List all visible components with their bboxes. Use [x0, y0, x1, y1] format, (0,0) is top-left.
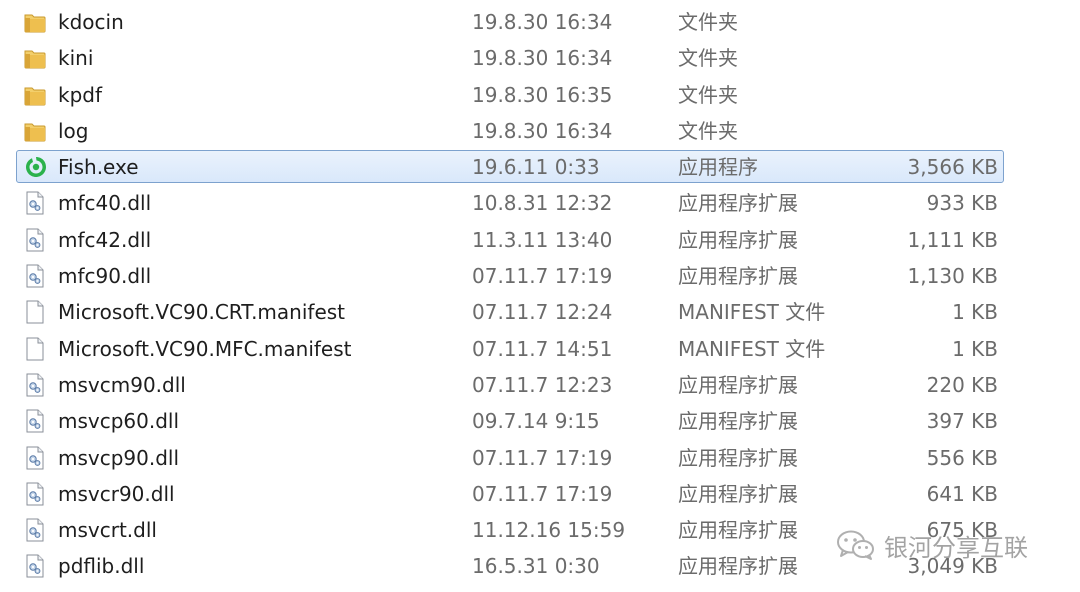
- dll-icon: [24, 373, 46, 397]
- file-row[interactable]: kdocin 19.8.30 16:34 文件夹: [0, 4, 1080, 40]
- watermark-text: 银河分享互联: [884, 533, 1028, 562]
- blank-file-icon: [24, 337, 46, 361]
- blank-file-icon: [24, 300, 46, 324]
- file-row[interactable]: mfc90.dll 07.11.7 17:19 应用程序扩展 1,130 KB: [0, 258, 1080, 294]
- file-name: msvcrt.dll: [58, 518, 157, 543]
- file-date: 07.11.7 12:23: [472, 372, 613, 397]
- file-type: MANIFEST 文件: [678, 300, 826, 325]
- file-type: 应用程序扩展: [678, 409, 798, 434]
- file-date: 16.5.31 0:30: [472, 554, 600, 579]
- file-row[interactable]: Microsoft.VC90.MFC.manifest 07.11.7 14:51…: [0, 331, 1080, 367]
- file-name: msvcp60.dll: [58, 409, 180, 434]
- file-size: 3,566 KB: [907, 155, 998, 180]
- file-row[interactable]: msvcp90.dll 07.11.7 17:19 应用程序扩展 556 KB: [0, 440, 1080, 476]
- dll-icon: [24, 518, 46, 542]
- file-size: 397 KB: [926, 409, 998, 434]
- file-size: 933 KB: [926, 191, 998, 216]
- file-type: 应用程序扩展: [678, 227, 798, 252]
- dll-icon: [24, 228, 46, 252]
- dll-icon: [24, 191, 46, 215]
- file-row[interactable]: msvcp60.dll 09.7.14 9:15 应用程序扩展 397 KB: [0, 403, 1080, 439]
- file-date: 09.7.14 9:15: [472, 409, 600, 434]
- file-name: mfc90.dll: [58, 264, 152, 289]
- file-type: 文件夹: [678, 118, 738, 143]
- dll-icon: [24, 482, 46, 506]
- dll-icon: [24, 264, 46, 288]
- file-name: msvcp90.dll: [58, 445, 180, 470]
- file-size: 1 KB: [952, 300, 998, 325]
- file-name: msvcm90.dll: [58, 372, 186, 397]
- file-date: 10.8.31 12:32: [472, 191, 613, 216]
- file-row[interactable]: log 19.8.30 16:34 文件夹: [0, 113, 1080, 149]
- folder-icon: [24, 119, 46, 143]
- file-date: 19.8.30 16:34: [472, 46, 613, 71]
- folder-icon: [24, 83, 46, 107]
- file-date: 19.8.30 16:35: [472, 82, 613, 107]
- file-date: 19.6.11 0:33: [472, 155, 600, 180]
- file-type: 文件夹: [678, 82, 738, 107]
- file-name: log: [58, 118, 89, 143]
- file-row[interactable]: kpdf 19.8.30 16:35 文件夹: [0, 77, 1080, 113]
- file-type: 应用程序扩展: [678, 445, 798, 470]
- file-type: 文件夹: [678, 46, 738, 71]
- file-size: 1 KB: [952, 336, 998, 361]
- file-date: 07.11.7 12:24: [472, 300, 613, 325]
- file-size: 641 KB: [926, 481, 998, 506]
- fish-app-icon: [24, 155, 46, 179]
- file-name: kini: [58, 46, 94, 71]
- file-name: Microsoft.VC90.MFC.manifest: [58, 336, 352, 361]
- dll-icon: [24, 554, 46, 578]
- file-list: kdocin 19.8.30 16:34 文件夹 kini 19.8.30 16:34…: [0, 4, 1080, 585]
- file-type: 应用程序扩展: [678, 518, 798, 543]
- file-date: 07.11.7 17:19: [472, 264, 613, 289]
- watermark: 银河分享互联: [836, 528, 1028, 562]
- file-size: 220 KB: [926, 372, 998, 397]
- file-type: 应用程序扩展: [678, 191, 798, 216]
- file-date: 19.8.30 16:34: [472, 10, 613, 34]
- file-name: msvcr90.dll: [58, 481, 175, 506]
- file-date: 07.11.7 14:51: [472, 336, 613, 361]
- dll-icon: [24, 409, 46, 433]
- file-type: 应用程序扩展: [678, 264, 798, 289]
- file-row[interactable]: msvcr90.dll 07.11.7 17:19 应用程序扩展 641 KB: [0, 476, 1080, 512]
- file-type: 文件夹: [678, 10, 738, 34]
- file-name: kdocin: [58, 10, 124, 34]
- file-type: 应用程序扩展: [678, 554, 798, 579]
- file-row[interactable]: mfc42.dll 11.3.11 13:40 应用程序扩展 1,111 KB: [0, 222, 1080, 258]
- file-date: 07.11.7 17:19: [472, 481, 613, 506]
- file-date: 11.12.16 15:59: [472, 518, 626, 543]
- folder-icon: [24, 46, 46, 70]
- file-row[interactable]: msvcm90.dll 07.11.7 12:23 应用程序扩展 220 KB: [0, 367, 1080, 403]
- file-date: 11.3.11 13:40: [472, 227, 613, 252]
- file-name: pdflib.dll: [58, 554, 145, 579]
- file-size: 556 KB: [926, 445, 998, 470]
- file-type: 应用程序: [678, 155, 758, 180]
- file-name: kpdf: [58, 82, 103, 107]
- file-row[interactable]: Fish.exe 19.6.11 0:33 应用程序 3,566 KB: [0, 149, 1080, 185]
- file-type: 应用程序扩展: [678, 372, 798, 397]
- dll-icon: [24, 446, 46, 470]
- file-name: mfc42.dll: [58, 227, 152, 252]
- file-size: 1,130 KB: [907, 264, 998, 289]
- file-name: Fish.exe: [58, 155, 139, 180]
- file-row[interactable]: mfc40.dll 10.8.31 12:32 应用程序扩展 933 KB: [0, 185, 1080, 221]
- file-name: mfc40.dll: [58, 191, 152, 216]
- file-size: 1,111 KB: [907, 227, 998, 252]
- folder-icon: [24, 10, 46, 34]
- wechat-icon: [837, 530, 874, 560]
- file-type: MANIFEST 文件: [678, 336, 826, 361]
- file-date: 19.8.30 16:34: [472, 118, 613, 143]
- file-row[interactable]: kini 19.8.30 16:34 文件夹: [0, 40, 1080, 76]
- file-name: Microsoft.VC90.CRT.manifest: [58, 300, 346, 325]
- file-row[interactable]: Microsoft.VC90.CRT.manifest 07.11.7 12:24…: [0, 294, 1080, 330]
- file-type: 应用程序扩展: [678, 481, 798, 506]
- file-date: 07.11.7 17:19: [472, 445, 613, 470]
